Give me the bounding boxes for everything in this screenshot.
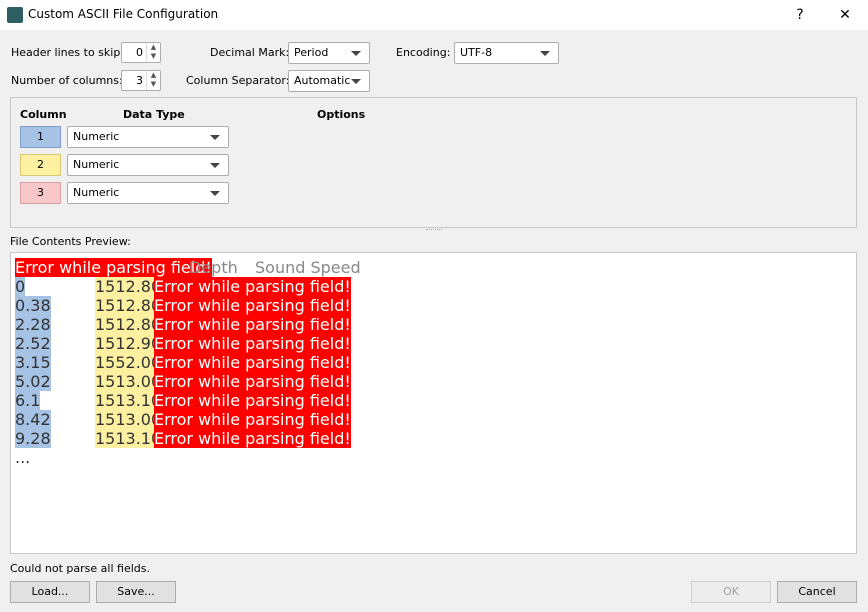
preview-cell-col2: 1512.80: [95, 315, 162, 334]
cancel-button[interactable]: Cancel: [777, 581, 857, 603]
column-header: Column: [20, 108, 67, 121]
chevron-down-icon: [351, 79, 361, 84]
encoding-value: UTF-8: [460, 46, 493, 59]
load-button[interactable]: Load...: [10, 581, 90, 603]
column-3-type-value: Numeric: [73, 186, 120, 199]
column-1-swatch: 1: [20, 126, 61, 148]
preview-cell-col1: 6.1: [15, 391, 41, 410]
help-button[interactable]: ?: [785, 4, 815, 26]
save-button[interactable]: Save...: [96, 581, 176, 603]
header-lines-value: 0: [136, 46, 143, 59]
preview-cell-col2: 1513.00: [95, 410, 162, 429]
preview-cell-col2: 1512.80: [95, 296, 162, 315]
column-separator-select[interactable]: Automatic: [288, 70, 370, 92]
column-1-type-select[interactable]: Numeric: [67, 126, 229, 148]
column-3-swatch: 3: [20, 182, 61, 204]
app-icon: [7, 7, 23, 23]
preview-header-depth: Depth: [189, 258, 238, 277]
spin-arrows-icon[interactable]: ▲ ▼: [146, 43, 160, 62]
num-columns-spinbox[interactable]: 3 ▲ ▼: [121, 70, 161, 91]
ok-button[interactable]: OK: [691, 581, 771, 603]
data-type-header: Data Type: [123, 108, 185, 121]
preview-cell-col2: 1513.10: [95, 429, 162, 448]
preview-cell-col1: 5.02: [15, 372, 51, 391]
preview-cell-col1: 0: [15, 277, 26, 296]
column-1-type-value: Numeric: [73, 130, 120, 143]
encoding-select[interactable]: UTF-8: [454, 42, 559, 64]
columns-group: Column Data Type Options 1 Numeric 2 Num…: [10, 97, 857, 228]
preview-ellipsis: ...: [15, 448, 31, 467]
chevron-down-icon: [210, 163, 220, 168]
chevron-down-icon: [351, 51, 361, 56]
header-lines-label: Header lines to skip:: [11, 46, 125, 59]
preview-cell-col1: 8.42: [15, 410, 51, 429]
preview-cell-col2: 1512.90: [95, 334, 162, 353]
column-3-type-select[interactable]: Numeric: [67, 182, 229, 204]
chevron-down-icon: [210, 135, 220, 140]
preview-cell-col3-error: Error while parsing field!: [154, 429, 351, 448]
preview-header-error: Error while parsing field!: [15, 258, 212, 277]
column-2-type-value: Numeric: [73, 158, 120, 171]
preview-cell-col2: 1513.00: [95, 372, 162, 391]
preview-cell-col1: 3.15: [15, 353, 51, 372]
preview-cell-col3-error: Error while parsing field!: [154, 296, 351, 315]
preview-cell-col2: 1552.00: [95, 353, 162, 372]
spin-arrows-icon[interactable]: ▲ ▼: [146, 71, 160, 90]
splitter-handle[interactable]: [426, 229, 442, 231]
encoding-label: Encoding:: [396, 46, 451, 59]
preview-cell-col3-error: Error while parsing field!: [154, 353, 351, 372]
preview-cell-col3-error: Error while parsing field!: [154, 391, 351, 410]
preview-cell-col1: 2.52: [15, 334, 51, 353]
preview-cell-col3-error: Error while parsing field!: [154, 315, 351, 334]
decimal-mark-label: Decimal Mark:: [210, 46, 290, 59]
file-preview: Error while parsing field! Depth Sound S…: [10, 252, 857, 554]
close-button[interactable]: ✕: [830, 4, 860, 26]
preview-label: File Contents Preview:: [10, 235, 131, 248]
preview-cell-col3-error: Error while parsing field!: [154, 372, 351, 391]
preview-cell-col2: 1513.10: [95, 391, 162, 410]
header-lines-spinbox[interactable]: 0 ▲ ▼: [121, 42, 161, 63]
column-2-type-select[interactable]: Numeric: [67, 154, 229, 176]
decimal-mark-select[interactable]: Period: [288, 42, 370, 64]
column-separator-label: Column Separator:: [186, 74, 290, 87]
preview-cell-col1: 9.28: [15, 429, 51, 448]
title-bar: Custom ASCII File Configuration ? ✕: [0, 0, 868, 30]
preview-cell-col1: 2.28: [15, 315, 51, 334]
column-separator-value: Automatic: [294, 74, 351, 87]
num-columns-label: Number of columns:: [11, 74, 123, 87]
preview-header-sound-speed: Sound Speed: [255, 258, 361, 277]
status-text: Could not parse all fields.: [10, 562, 150, 575]
options-header: Options: [317, 108, 366, 121]
chevron-down-icon: [210, 191, 220, 196]
chevron-down-icon: [540, 51, 550, 56]
preview-cell-col3-error: Error while parsing field!: [154, 410, 351, 429]
preview-cell-col3-error: Error while parsing field!: [154, 334, 351, 353]
decimal-mark-value: Period: [294, 46, 329, 59]
preview-cell-col2: 1512.80: [95, 277, 162, 296]
preview-cell-col1: 0.38: [15, 296, 51, 315]
window-title: Custom ASCII File Configuration: [28, 7, 219, 21]
num-columns-value: 3: [136, 74, 143, 87]
preview-cell-col3-error: Error while parsing field!: [154, 277, 351, 296]
column-2-swatch: 2: [20, 154, 61, 176]
